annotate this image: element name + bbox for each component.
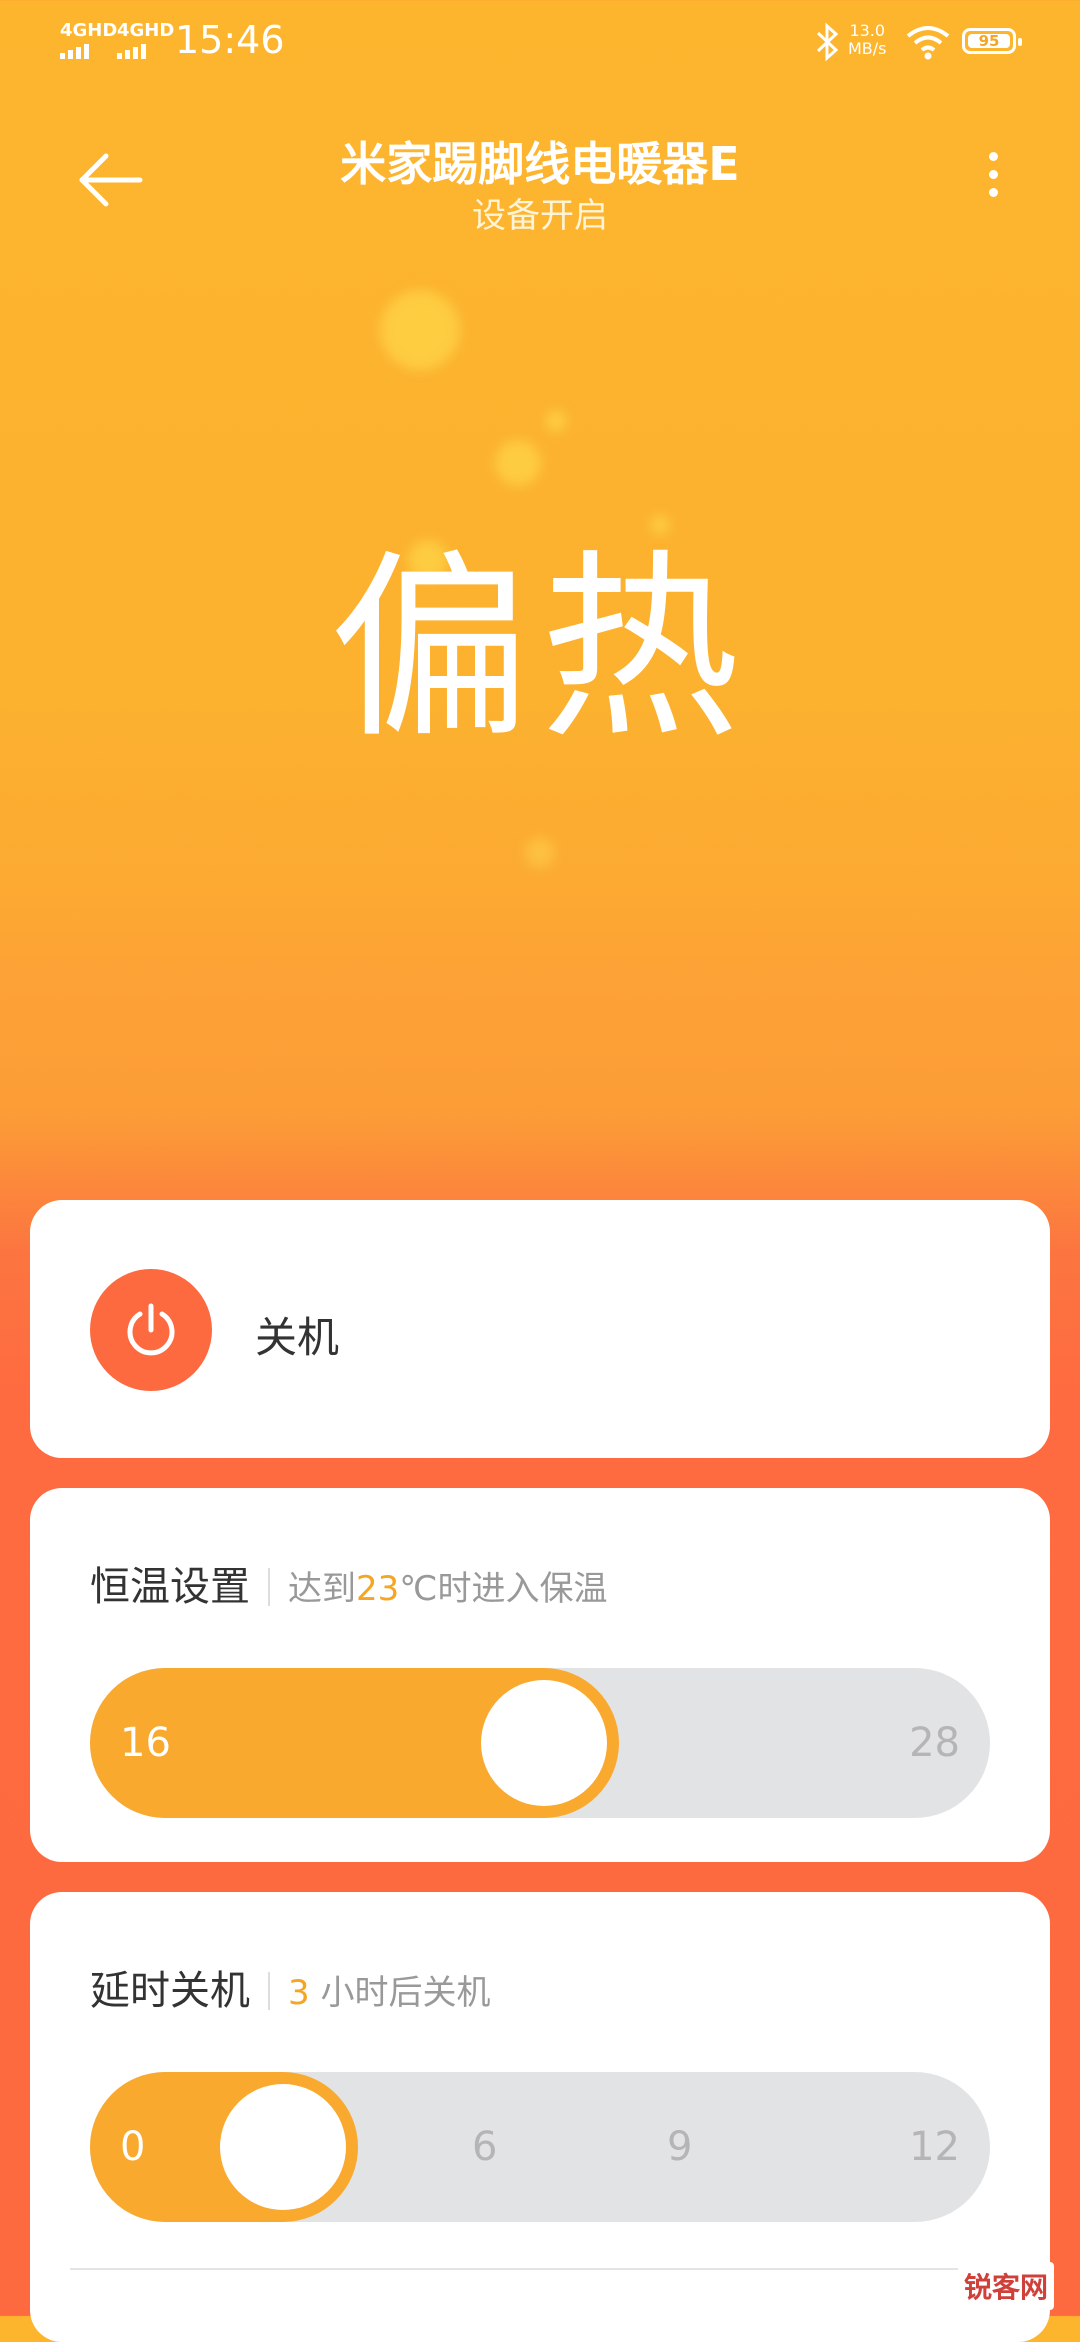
delay-hours: 3 — [288, 1973, 310, 2013]
clock: 15:46 — [175, 18, 285, 62]
temperature-slider[interactable]: 16 2 28 — [90, 1668, 990, 1818]
battery-level: 95 — [968, 34, 1010, 49]
delay-tick-label: 12 — [909, 2124, 960, 2170]
divider — [268, 1568, 270, 1606]
power-icon — [127, 1303, 175, 1356]
wifi-icon — [906, 26, 950, 60]
delay-slider[interactable]: 0 6 9 12 — [90, 2072, 990, 2222]
temperature-slider-knob[interactable] — [481, 1680, 608, 1806]
delay-off-description: 3 小时后关机 — [288, 1973, 491, 2013]
network-speed-unit: MB/s — [848, 39, 887, 58]
delay-slider-knob[interactable] — [219, 2084, 346, 2210]
device-status: 设备开启 — [472, 196, 608, 236]
power-button[interactable] — [90, 1269, 212, 1391]
more-options-icon[interactable] — [976, 152, 1010, 208]
watermark: 锐客网 — [958, 2262, 1055, 2310]
background-glow — [495, 440, 541, 486]
signal-bars-icon — [60, 44, 117, 59]
delay-off-card: 延时关机 3 小时后关机 0 6 9 12 — [30, 1892, 1050, 2342]
background-glow — [545, 410, 567, 432]
thermostat-header: 恒温设置 达到23℃时进入保温 — [90, 1554, 607, 1612]
divider-line — [70, 2268, 970, 2270]
network-type-label: 4GHD — [60, 20, 118, 41]
signal-bars-icon — [117, 44, 174, 59]
delay-tick-label: 0 — [120, 2124, 146, 2170]
status-bar: 4GHD 4GHD 15:46 13.0 MB/s 95 — [0, 0, 1080, 90]
signal-indicator-2: 4GHD — [117, 22, 174, 59]
slider-min-label: 16 — [120, 1720, 171, 1766]
slider-max-label: 28 — [909, 1720, 960, 1766]
bluetooth-icon — [816, 22, 839, 62]
signal-indicator-1: 4GHD — [60, 22, 117, 59]
delay-off-header: 延时关机 3 小时后关机 — [90, 1958, 490, 2016]
battery-icon: 95 — [962, 28, 1022, 54]
divider — [268, 1972, 270, 2010]
delay-tick-label: 9 — [667, 2124, 693, 2170]
background-glow — [650, 515, 670, 535]
thermostat-card: 恒温设置达到23℃时进入保温 16 2 28 — [30, 1488, 1050, 1862]
thermostat-description: 达到23℃时进入保温 — [288, 1569, 608, 1609]
delay-off-heading: 延时关机 — [90, 1968, 250, 2014]
heating-mode-text: 偏热 — [329, 533, 750, 766]
network-speed: 13.0 MB/s — [848, 22, 887, 58]
background-glow — [380, 290, 460, 370]
delay-tick-label: 6 — [472, 2124, 498, 2170]
thermostat-heading: 恒温设置 — [90, 1564, 250, 1610]
power-card: 关机 — [30, 1200, 1050, 1458]
power-label: 关机 — [255, 1313, 340, 1362]
page-title: 米家踢脚线电暖器E — [340, 137, 740, 191]
network-type-label: 4GHD — [117, 20, 175, 41]
background-haze — [0, 700, 1080, 1160]
network-speed-value: 13.0 — [849, 21, 886, 40]
target-temperature: 23 — [356, 1569, 400, 1609]
